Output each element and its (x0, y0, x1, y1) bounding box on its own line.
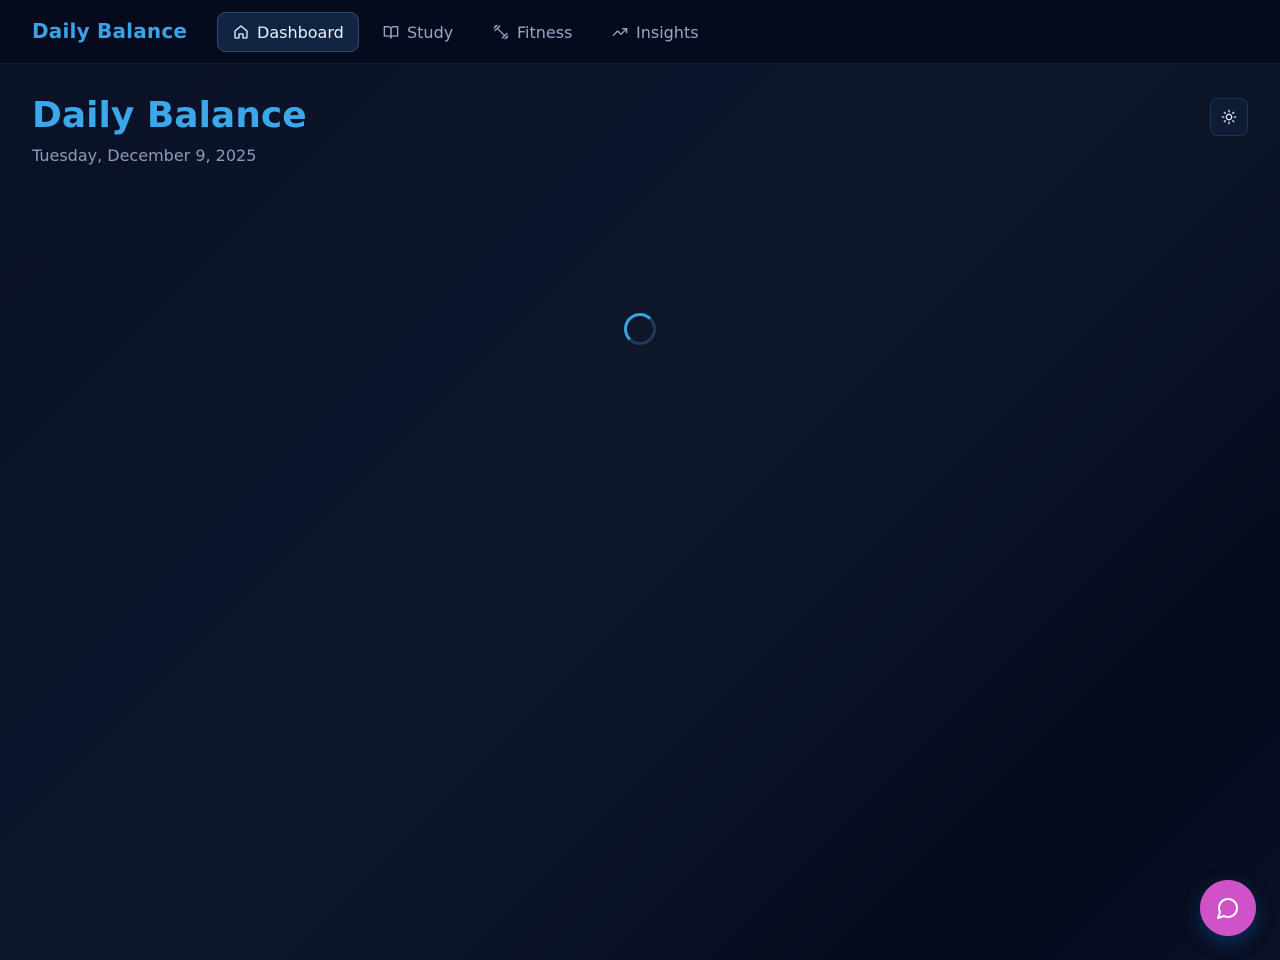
home-icon (233, 24, 249, 40)
dumbbell-icon (493, 24, 509, 40)
top-navigation-bar: Daily Balance Dashboard Study Fitness In… (0, 0, 1280, 64)
nav-item-label: Dashboard (257, 22, 344, 42)
brand-logo-text[interactable]: Daily Balance (32, 19, 187, 43)
nav-item-fitness[interactable]: Fitness (478, 12, 588, 52)
nav-item-label: Fitness (517, 22, 573, 42)
book-open-icon (383, 24, 399, 40)
nav-item-dashboard[interactable]: Dashboard (217, 12, 359, 52)
page-title: Daily Balance (32, 95, 307, 136)
nav-item-study[interactable]: Study (368, 12, 469, 52)
nav-item-insights[interactable]: Insights (597, 12, 712, 52)
chat-button[interactable] (1200, 880, 1256, 936)
page-date: Tuesday, December 9, 2025 (32, 146, 257, 165)
nav-item-label: Study (407, 22, 454, 42)
message-circle-icon (1216, 896, 1240, 920)
trending-up-icon (612, 24, 628, 40)
loading-spinner-icon (624, 313, 656, 345)
sun-icon (1221, 109, 1237, 125)
nav-item-label: Insights (636, 22, 699, 42)
theme-toggle-button[interactable] (1210, 98, 1248, 136)
